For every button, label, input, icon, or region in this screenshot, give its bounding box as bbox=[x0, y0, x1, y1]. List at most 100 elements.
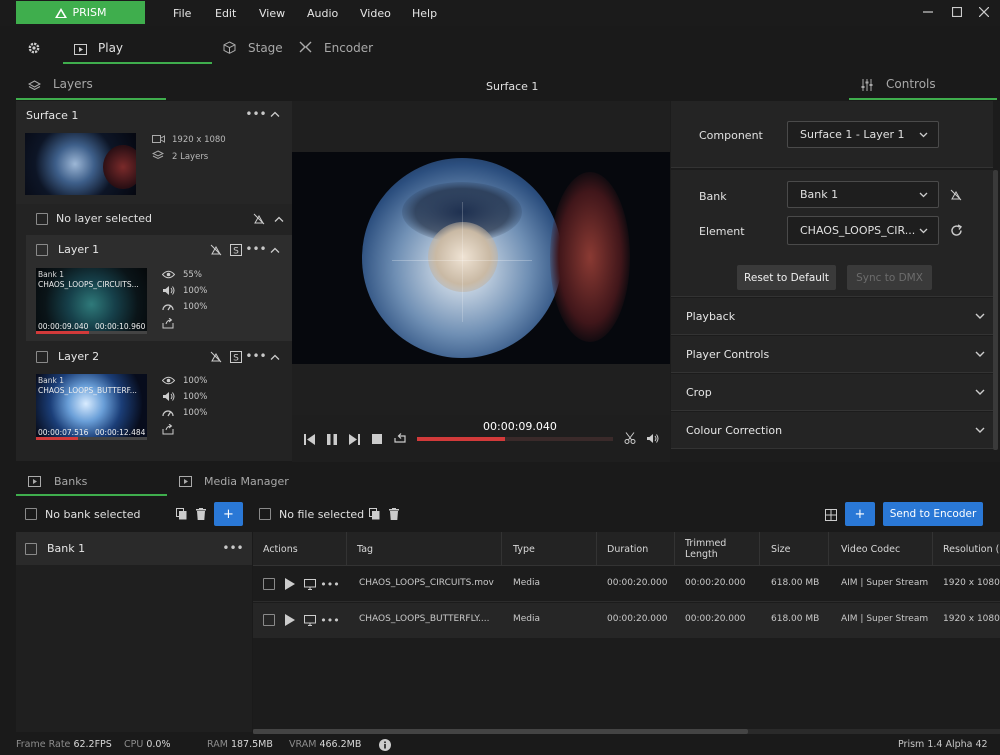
no-file-checkbox[interactable] bbox=[259, 508, 271, 520]
loop-icon[interactable] bbox=[392, 431, 408, 445]
dmx-off-icon[interactable] bbox=[209, 350, 223, 364]
skip-back-icon[interactable] bbox=[302, 432, 316, 446]
tab-play[interactable]: Play bbox=[63, 36, 212, 64]
col-actions[interactable]: Actions bbox=[263, 532, 347, 566]
more-icon[interactable]: ••• bbox=[320, 578, 339, 591]
sync-label: Sync to DMX bbox=[856, 271, 923, 284]
more-icon[interactable]: ••• bbox=[245, 349, 266, 363]
col-video-codec[interactable]: Video Codec bbox=[841, 532, 933, 566]
scissors-icon[interactable] bbox=[623, 431, 637, 445]
add-bank-button[interactable]: + bbox=[214, 502, 243, 526]
bank-select[interactable]: Bank 1 bbox=[787, 181, 939, 208]
maximize-icon[interactable] bbox=[949, 4, 965, 20]
eye-icon[interactable] bbox=[161, 268, 175, 280]
stop-icon[interactable] bbox=[370, 432, 384, 446]
volume-icon[interactable] bbox=[645, 431, 659, 445]
layer-checkbox[interactable] bbox=[36, 244, 48, 256]
col-resolution[interactable]: Resolution (p bbox=[943, 532, 1000, 566]
col-size[interactable]: Size bbox=[771, 532, 829, 566]
row-checkbox[interactable] bbox=[263, 578, 275, 590]
refresh-icon[interactable] bbox=[948, 222, 964, 238]
play-icon[interactable] bbox=[283, 613, 297, 627]
settings-gear-icon[interactable] bbox=[26, 40, 42, 56]
no-bank-checkbox[interactable] bbox=[25, 508, 37, 520]
copy-icon[interactable] bbox=[174, 507, 188, 521]
monitor-icon[interactable] bbox=[303, 577, 317, 591]
send-to-encoder-button[interactable]: Send to Encoder bbox=[883, 502, 983, 526]
skip-forward-icon[interactable] bbox=[347, 432, 361, 446]
ram-value: 187.5MB bbox=[230, 739, 273, 750]
row-checkbox[interactable] bbox=[263, 614, 275, 626]
copy-icon[interactable] bbox=[367, 507, 381, 521]
close-icon[interactable] bbox=[976, 4, 992, 20]
pause-icon[interactable] bbox=[325, 432, 339, 446]
info-icon[interactable] bbox=[378, 738, 391, 751]
media-manager-tab[interactable]: Media Manager bbox=[178, 469, 298, 496]
menu-video[interactable]: Video bbox=[360, 7, 391, 20]
menu-edit[interactable]: Edit bbox=[215, 7, 236, 20]
layer-thumbnail: Bank 1 CHAOS_LOOPS_BUTTERF... 00:00:07.5… bbox=[36, 374, 147, 440]
cpu-label: CPU bbox=[124, 739, 144, 750]
layers-tab[interactable]: Layers bbox=[16, 72, 166, 100]
layer-checkbox[interactable] bbox=[36, 351, 48, 363]
trash-icon[interactable] bbox=[194, 507, 208, 521]
tab-encoder[interactable]: Encoder bbox=[298, 36, 388, 64]
col-trimmed-length[interactable]: Trimmed Length bbox=[685, 532, 745, 566]
section-label: Playback bbox=[686, 309, 736, 323]
banks-tab[interactable]: Banks bbox=[16, 469, 167, 496]
section-colour-correction[interactable]: Colour Correction bbox=[671, 412, 993, 449]
menu-file[interactable]: File bbox=[173, 7, 191, 20]
collapse-icon[interactable] bbox=[268, 351, 282, 363]
component-value: Surface 1 - Layer 1 bbox=[800, 128, 905, 141]
solo-icon[interactable]: S bbox=[229, 350, 243, 364]
reset-to-default-button[interactable]: Reset to Default bbox=[737, 265, 836, 290]
element-select[interactable]: CHAOS_LOOPS_CIR... bbox=[787, 216, 939, 245]
sync-to-dmx-button[interactable]: Sync to DMX bbox=[847, 265, 932, 290]
speed-gauge-icon[interactable] bbox=[161, 300, 175, 312]
component-select[interactable]: Surface 1 - Layer 1 bbox=[787, 121, 939, 148]
collapse-icon[interactable] bbox=[268, 244, 282, 256]
no-layer-checkbox[interactable] bbox=[36, 213, 48, 225]
dmx-off-icon[interactable] bbox=[948, 187, 964, 203]
section-playback[interactable]: Playback bbox=[671, 298, 993, 335]
dmx-off-icon[interactable] bbox=[209, 243, 223, 257]
dmx-off-icon[interactable] bbox=[252, 212, 266, 226]
solo-icon[interactable]: S bbox=[229, 243, 243, 257]
layer-card[interactable]: Layer 1 S ••• Bank 1 CHAOS_LOOPS_CIRCUIT… bbox=[26, 235, 292, 341]
banks-tab-label: Banks bbox=[54, 475, 88, 488]
collapse-icon[interactable] bbox=[268, 108, 282, 120]
play-icon[interactable] bbox=[283, 577, 297, 591]
bank-checkbox[interactable] bbox=[25, 543, 37, 555]
menu-view[interactable]: View bbox=[259, 7, 285, 20]
more-icon[interactable]: ••• bbox=[320, 614, 339, 627]
grid-view-icon[interactable] bbox=[823, 507, 839, 523]
volume-icon[interactable] bbox=[161, 284, 175, 296]
monitor-icon[interactable] bbox=[303, 613, 317, 627]
share-icon[interactable] bbox=[161, 317, 175, 329]
bank-row[interactable]: Bank 1 ••• bbox=[16, 532, 252, 565]
col-type[interactable]: Type bbox=[513, 532, 597, 566]
menu-audio[interactable]: Audio bbox=[307, 7, 338, 20]
section-crop[interactable]: Crop bbox=[671, 374, 993, 411]
layer-card[interactable]: Layer 2 S ••• Bank 1 CHAOS_LOOPS_BUTTERF… bbox=[26, 342, 292, 448]
trash-icon[interactable] bbox=[387, 507, 401, 521]
col-tag[interactable]: Tag bbox=[357, 532, 502, 566]
cube-icon bbox=[222, 40, 236, 54]
collapse-icon[interactable] bbox=[272, 213, 286, 225]
add-file-button[interactable]: + bbox=[845, 502, 875, 526]
share-icon[interactable] bbox=[161, 423, 175, 435]
more-icon[interactable]: ••• bbox=[222, 541, 243, 555]
tab-stage[interactable]: Stage bbox=[222, 36, 292, 64]
section-player-controls[interactable]: Player Controls bbox=[671, 336, 993, 373]
more-icon[interactable]: ••• bbox=[245, 242, 266, 256]
volume-icon[interactable] bbox=[161, 390, 175, 402]
menu-help[interactable]: Help bbox=[412, 7, 437, 20]
more-icon[interactable]: ••• bbox=[245, 107, 266, 121]
controls-tab[interactable]: Controls bbox=[849, 72, 997, 100]
col-duration[interactable]: Duration bbox=[607, 532, 675, 566]
section-label: Crop bbox=[686, 385, 712, 399]
minimize-icon[interactable] bbox=[920, 4, 936, 20]
speed-gauge-icon[interactable] bbox=[161, 406, 175, 418]
controls-scrollbar[interactable] bbox=[993, 170, 998, 450]
eye-icon[interactable] bbox=[161, 374, 175, 386]
